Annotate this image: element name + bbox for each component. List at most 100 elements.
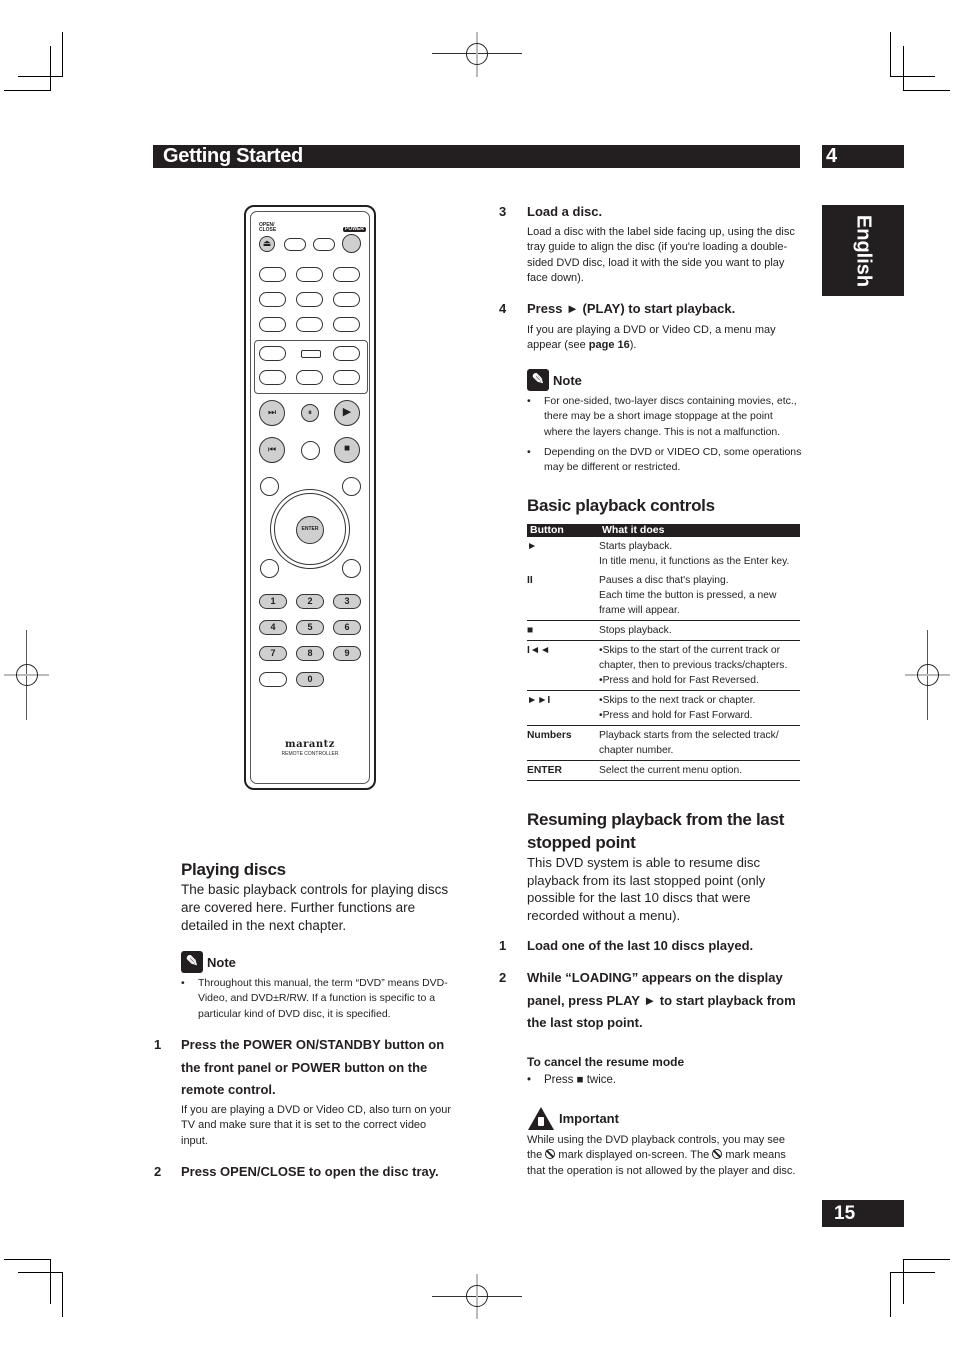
eject-icon: ⏏	[262, 238, 272, 248]
pencil-icon: ✎	[527, 369, 549, 391]
step-body: Load a disc with the label side facing u…	[527, 226, 795, 284]
next-button: ⏭	[259, 400, 285, 426]
remote-button	[259, 317, 286, 332]
remote-button	[260, 477, 279, 496]
table-row: II Pauses a disc that's playing. Each time…	[527, 571, 800, 621]
step-number: 2	[499, 970, 507, 985]
pause-button: ⏸	[301, 404, 319, 422]
step-number: 4	[499, 301, 507, 316]
page-link[interactable]: page 16	[589, 339, 630, 351]
section-title: Getting Started	[153, 145, 800, 168]
step-number: 2	[154, 1164, 162, 1179]
note-bullet: Throughout this manual, the term “DVD” m…	[181, 976, 453, 1022]
remote-button	[333, 292, 360, 307]
step-number: 1	[499, 938, 507, 953]
button-cell: I◄◄	[527, 640, 599, 691]
power-label: POWER	[343, 226, 366, 232]
table-header-row: Button What it does	[527, 524, 800, 537]
description-line: •Skips to the next track or chapter.	[599, 695, 756, 706]
step-title: Load a disc.	[527, 204, 603, 219]
step-body: If you are playing a DVD or Video CD, al…	[181, 1104, 452, 1147]
number-key-7: 7	[259, 646, 287, 661]
table-row: Numbers Playback starts from the selected…	[527, 725, 800, 761]
note-bullet: Depending on the DVD or VIDEO CD, some o…	[527, 445, 803, 476]
description-line: •Press and hold for Fast Reversed.	[599, 675, 759, 686]
button-cell: ENTER	[527, 760, 599, 781]
button-cell: ►	[527, 541, 538, 552]
number-key-9: 9	[333, 646, 361, 661]
remote-button	[333, 317, 360, 332]
description-line: Playback starts from the selected track/…	[599, 730, 779, 756]
description-line: Stops playback.	[599, 625, 672, 636]
note-heading: ✎ Note	[527, 369, 582, 391]
description-line: Each time the button is pressed, a new f…	[599, 590, 777, 616]
description-line: Pauses a disc that's playing.	[599, 575, 729, 586]
table-row: ENTER Select the current menu option.	[527, 760, 800, 781]
step-number: 1	[154, 1037, 162, 1052]
description-line: Select the current menu option.	[599, 765, 743, 776]
remote-button	[333, 370, 360, 385]
brand-subtitle: REMOTE CONTROLLER	[281, 751, 339, 757]
button-cell: II	[527, 571, 599, 621]
remote-button	[342, 477, 361, 496]
step-title: Load one of the last 10 discs played.	[527, 938, 754, 953]
note-bullet: For one-sided, two-layer discs containin…	[527, 394, 803, 440]
eject-button: ⏏	[259, 236, 275, 252]
button-cell: ►►I	[527, 690, 599, 726]
number-key-5: 5	[296, 620, 324, 635]
enter-button: ENTER	[296, 516, 324, 544]
chapter-number: 4	[822, 145, 904, 168]
description-cell: Playback starts from the selected track/…	[599, 725, 800, 761]
remote-button	[333, 346, 360, 361]
description-cell: Select the current menu option.	[599, 760, 800, 781]
remote-button	[259, 672, 287, 687]
remote-button	[259, 267, 286, 282]
prohibited-icon	[545, 1149, 556, 1160]
brand-logo: marantz	[285, 739, 335, 750]
controls-table: Button What it does ► Starts playback. In …	[527, 524, 800, 781]
page-number: 15	[822, 1200, 904, 1227]
language-label: English	[852, 214, 875, 287]
playing-discs-intro: The basic playback controls for playing …	[181, 882, 449, 933]
prohibited-icon	[712, 1149, 723, 1160]
description-line: Starts playback.	[599, 541, 673, 552]
description-cell: •Skips to the start of the current track…	[599, 640, 800, 691]
remote-button	[301, 350, 321, 358]
remote-button	[333, 267, 360, 282]
number-key-6: 6	[333, 620, 361, 635]
remote-button	[259, 292, 286, 307]
button-cell: Numbers	[527, 725, 599, 761]
note-heading: ✎ Note	[181, 951, 236, 973]
number-key-3: 3	[333, 594, 361, 609]
play-button: ▶	[334, 400, 360, 426]
next-icon: ⏭	[267, 407, 277, 417]
step-title: Press the POWER ON/STANDBY button on the…	[181, 1037, 445, 1097]
remote-button	[259, 370, 286, 385]
description-cell: •Skips to the next track or chapter. •Pre…	[599, 690, 800, 726]
description-cell: Pauses a disc that's playing. Each time t…	[599, 571, 800, 621]
play-icon: ▶	[342, 406, 352, 418]
table-row: I◄◄ •Skips to the start of the current tr…	[527, 640, 800, 691]
basic-controls-heading: Basic playback controls	[527, 496, 715, 515]
description-cell: Stops playback.	[599, 620, 800, 641]
column-header: Button	[527, 524, 599, 537]
remote-button	[296, 370, 323, 385]
description-line: •Press and hold for Fast Forward.	[599, 710, 753, 721]
remote-button	[313, 238, 335, 251]
step-title: Press ► (PLAY) to start playback.	[527, 301, 736, 316]
resume-heading: Resuming playback from the last stopped …	[527, 810, 785, 852]
remote-button	[284, 238, 306, 251]
table-row: ►►I •Skips to the next track or chapter. •…	[527, 690, 800, 726]
remote-button	[259, 346, 286, 361]
warning-hand-icon	[528, 1107, 554, 1130]
resume-intro: This DVD system is able to resume disc p…	[527, 855, 766, 923]
step-title: Press OPEN/CLOSE to open the disc tray.	[181, 1164, 439, 1179]
step-number: 3	[499, 204, 507, 219]
table-row: ► Starts playback. In title menu, it funct…	[527, 537, 800, 571]
table-row: ■ Stops playback.	[527, 620, 800, 641]
description-line: •Skips to the start of the current track…	[599, 645, 788, 671]
cancel-resume-heading: To cancel the resume mode	[527, 1055, 685, 1069]
stop-icon: ■	[343, 443, 351, 454]
number-key-8: 8	[296, 646, 324, 661]
description-line: In title menu, it functions as the Enter…	[599, 556, 790, 567]
